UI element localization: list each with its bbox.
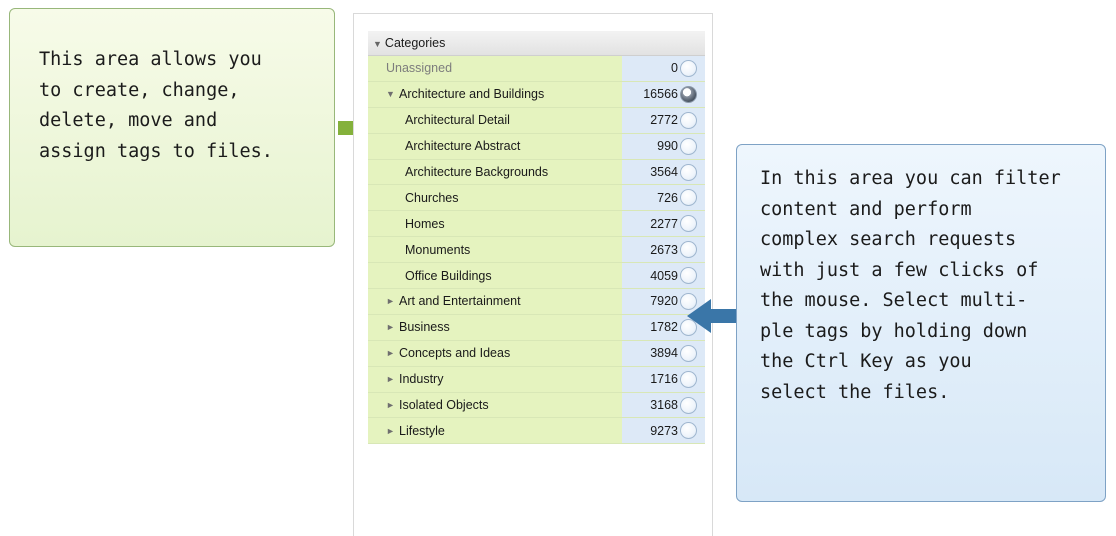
category-count: 2772 xyxy=(650,113,678,128)
filter-radio[interactable] xyxy=(680,137,697,155)
collapsed-arrow-icon[interactable]: ► xyxy=(386,296,399,306)
category-count: 2277 xyxy=(650,216,678,231)
category-label: Architecture and Buildings xyxy=(399,87,545,102)
triangle-down-icon: ▼ xyxy=(373,39,382,49)
category-count: 1716 xyxy=(650,372,678,387)
filter-radio[interactable] xyxy=(680,59,697,77)
callout-line: content and perform xyxy=(760,198,972,220)
category-label: Lifestyle xyxy=(399,423,445,438)
category-count: 7920 xyxy=(650,294,678,309)
category-row-art-and-entertainment[interactable]: ► Art and Entertainment 7920 xyxy=(368,289,705,315)
category-row-churches[interactable]: Churches 726 xyxy=(368,185,705,212)
filter-radio[interactable] xyxy=(680,422,697,440)
callout-line: with just a few clicks of xyxy=(760,259,1039,281)
categories-header-label: Categories xyxy=(384,36,446,50)
filter-radio[interactable] xyxy=(680,111,697,129)
category-row-office-buildings[interactable]: Office Buildings 4059 xyxy=(368,263,705,290)
category-label: Architecture Backgrounds xyxy=(405,165,549,179)
categories-tree: ▼ Categories Unassigned 0 ▼ Architecture a… xyxy=(368,31,705,445)
filter-radio[interactable] xyxy=(680,215,697,233)
category-label: Unassigned xyxy=(386,61,453,76)
category-row-monuments[interactable]: Monuments 2673 xyxy=(368,237,705,264)
category-label: Churches xyxy=(405,190,459,205)
collapsed-arrow-icon[interactable]: ► xyxy=(386,348,399,358)
category-row-architectural-detail[interactable]: Architectural Detail 2772 xyxy=(368,107,705,134)
callout-line: the Ctrl Key as you xyxy=(760,351,972,372)
filter-radio[interactable] xyxy=(680,370,697,388)
category-label: Architecture Abstract xyxy=(405,139,521,154)
category-label: Architectural Detail xyxy=(405,113,510,128)
filter-radio[interactable] xyxy=(680,163,697,181)
callout-line: This area allows you xyxy=(39,49,262,70)
category-count: 16566 xyxy=(643,87,678,102)
collapsed-arrow-icon[interactable]: ► xyxy=(386,374,399,384)
category-label: Art and Entertainment xyxy=(399,294,521,309)
expanded-arrow-icon[interactable]: ▼ xyxy=(386,89,399,99)
category-row-homes[interactable]: Homes 2277 xyxy=(368,211,705,238)
callout-line: assign tags to files. xyxy=(39,140,273,162)
callout-line: to create, change, xyxy=(39,79,240,101)
category-count: 3168 xyxy=(650,398,678,413)
category-label: Homes xyxy=(405,216,445,231)
callout-line: In this area you can filter xyxy=(760,168,1061,189)
category-count: 0 xyxy=(671,61,678,76)
filter-radio[interactable] xyxy=(680,396,697,414)
collapsed-arrow-icon[interactable]: ► xyxy=(386,322,399,332)
category-row-lifestyle[interactable]: ► Lifestyle 9273 xyxy=(368,418,705,445)
category-count: 1782 xyxy=(650,320,678,335)
collapsed-arrow-icon[interactable]: ► xyxy=(386,426,399,436)
tags-help-callout: This area allows you to create, change, … xyxy=(9,8,335,247)
category-label: Isolated Objects xyxy=(399,398,489,413)
category-row-architecture-abstract[interactable]: Architecture Abstract 990 xyxy=(368,133,705,160)
category-count: 3894 xyxy=(650,346,678,361)
category-label: Monuments xyxy=(405,242,471,257)
categories-panel: ▼ Categories Unassigned 0 ▼ Architecture a… xyxy=(353,13,713,536)
filter-radio[interactable] xyxy=(680,85,697,103)
category-label: Concepts and Ideas xyxy=(399,346,511,361)
category-row-architecture-and-buildings[interactable]: ▼ Architecture and Buildings 16566 xyxy=(368,81,705,108)
filter-radio[interactable] xyxy=(680,189,697,207)
callout-line: complex search requests xyxy=(760,229,1017,250)
category-row-industry[interactable]: ► Industry 1716 xyxy=(368,366,705,393)
category-row-unassigned[interactable]: Unassigned 0 xyxy=(368,56,705,82)
callout-line: delete, move and xyxy=(39,110,218,131)
filter-radio[interactable] xyxy=(680,267,697,285)
category-label: Industry xyxy=(399,372,444,387)
category-count: 4059 xyxy=(650,268,678,283)
callout-line: ple tags by holding down xyxy=(760,320,1028,342)
category-row-concepts-and-ideas[interactable]: ► Concepts and Ideas 3894 xyxy=(368,340,705,367)
callout-line: select the files. xyxy=(760,381,950,403)
category-count: 3564 xyxy=(650,165,678,179)
filter-radio[interactable] xyxy=(680,241,697,259)
filter-radio[interactable] xyxy=(680,344,697,362)
filter-help-callout: In this area you can filter content and … xyxy=(736,144,1106,502)
categories-header[interactable]: ▼ Categories xyxy=(368,31,705,56)
category-count: 2673 xyxy=(650,242,678,257)
category-row-architecture-backgrounds[interactable]: Architecture Backgrounds 3564 xyxy=(368,159,705,186)
category-count: 726 xyxy=(657,190,678,205)
callout-line: the mouse. Select multi- xyxy=(760,290,1028,311)
category-row-business[interactable]: ► Business 1782 xyxy=(368,314,705,341)
category-count: 990 xyxy=(657,139,678,154)
category-count: 9273 xyxy=(650,423,678,438)
category-label: Office Buildings xyxy=(405,268,492,283)
collapsed-arrow-icon[interactable]: ► xyxy=(386,400,399,410)
category-row-isolated-objects[interactable]: ► Isolated Objects 3168 xyxy=(368,392,705,419)
blue-arrow-icon xyxy=(687,299,737,333)
category-label: Business xyxy=(399,320,450,335)
